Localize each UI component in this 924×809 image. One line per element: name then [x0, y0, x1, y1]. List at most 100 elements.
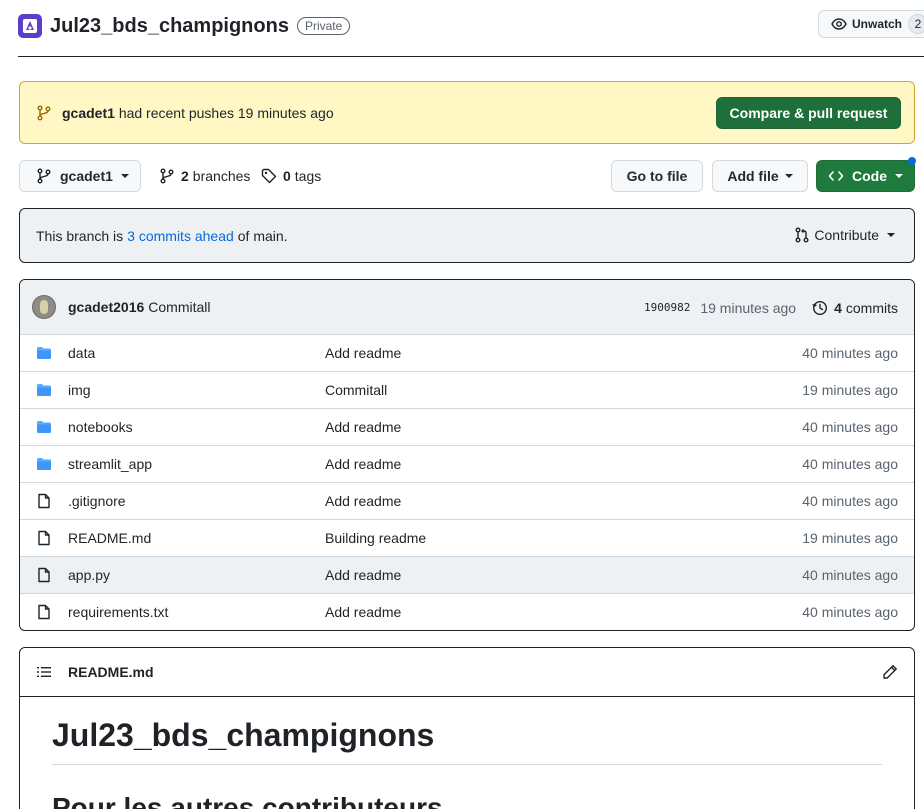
file-commit-time: 19 minutes ago: [802, 530, 898, 546]
repo-name[interactable]: Jul23_bds_champignons: [50, 15, 289, 38]
file-commit-time: 40 minutes ago: [802, 456, 898, 472]
file-commit-message[interactable]: Building readme: [325, 530, 426, 546]
folder-icon: [36, 419, 52, 435]
visibility-badge: Private: [296, 17, 351, 35]
chevron-down-icon: [887, 233, 895, 237]
banner-user[interactable]: gcadet1: [62, 105, 115, 121]
table-row[interactable]: img Commitall 19 minutes ago: [20, 372, 914, 409]
file-commit-message[interactable]: Add readme: [325, 604, 401, 620]
unwatch-button[interactable]: Unwatch 2: [818, 10, 924, 38]
file-commit-time: 40 minutes ago: [802, 567, 898, 583]
table-row[interactable]: .gitignore Add readme 40 minutes ago: [20, 483, 914, 520]
branches-count: 2: [181, 168, 189, 184]
ahead-prefix: This branch is: [36, 227, 124, 244]
table-row[interactable]: app.py Add readme 40 minutes ago: [20, 557, 914, 594]
commit-time: 19 minutes ago: [700, 299, 797, 316]
repo-avatar[interactable]: [18, 14, 42, 38]
commit-message[interactable]: Commitall: [148, 299, 210, 315]
file-commit-time: 40 minutes ago: [802, 493, 898, 509]
branches-label: branches: [192, 168, 251, 184]
file-commit-message[interactable]: Commitall: [325, 382, 387, 398]
latest-commit-bar: gcadet2016 Commitall 1900982 19 minutes …: [20, 280, 914, 335]
tags-label: tags: [294, 168, 322, 184]
commits-count: 4: [834, 299, 842, 316]
file-commit-message[interactable]: Add readme: [325, 345, 401, 361]
tag-icon: [261, 168, 277, 184]
branches-link[interactable]: 2 branches: [159, 160, 250, 192]
notification-dot: [908, 157, 916, 165]
contribute-label: Contribute: [814, 227, 879, 243]
readme-panel: README.md Jul23_bds_champignons Pour les…: [19, 647, 915, 809]
commit-meta: 1900982 19 minutes ago 4 commits: [644, 280, 898, 335]
folder-icon: [36, 456, 52, 472]
code-label: Code: [852, 168, 887, 184]
folder-icon: [36, 345, 52, 361]
contribute-button[interactable]: Contribute: [794, 227, 895, 243]
branch-icon: [160, 168, 174, 184]
banner-message: had recent pushes 19 minutes ago: [118, 104, 334, 121]
repo-logo-icon: [23, 19, 37, 33]
file-name-link[interactable]: streamlit_app: [68, 456, 152, 472]
file-icon: [36, 604, 52, 620]
code-icon: [828, 171, 844, 181]
tags-count: 0: [283, 168, 291, 184]
file-commit-message[interactable]: Add readme: [325, 456, 401, 472]
compare-pull-request-button[interactable]: Compare & pull request: [716, 97, 901, 129]
history-icon: [812, 300, 828, 315]
branch-icon: [37, 168, 51, 184]
branch-status-box: This branch is 3 commits ahead of main. …: [19, 208, 915, 263]
chevron-down-icon: [784, 174, 793, 178]
branch-icon: [37, 105, 51, 120]
file-icon: [36, 530, 52, 546]
file-name-link[interactable]: README.md: [68, 530, 151, 546]
pull-request-icon: [795, 227, 809, 243]
file-commit-time: 40 minutes ago: [802, 345, 898, 361]
file-commit-message[interactable]: Add readme: [325, 419, 401, 435]
banner-text: gcadet1 had recent pushes 19 minutes ago: [62, 105, 334, 121]
readme-section-heading: Pour les autres contributeurs: [52, 792, 443, 809]
add-file-label: Add file: [727, 168, 779, 184]
ahead-suffix: of main.: [237, 227, 288, 244]
eye-icon: [831, 18, 847, 30]
file-name-link[interactable]: notebooks: [68, 419, 133, 435]
code-button[interactable]: Code: [816, 157, 916, 192]
recent-pushes-banner: gcadet1 had recent pushes 19 minutes ago…: [19, 81, 915, 144]
table-row[interactable]: requirements.txt Add readme 40 minutes ago: [20, 594, 914, 630]
branch-select-button[interactable]: gcadet1: [19, 160, 141, 192]
file-name-link[interactable]: app.py: [68, 567, 110, 583]
chevron-down-icon: [120, 174, 129, 178]
file-commit-message[interactable]: Add readme: [325, 493, 401, 509]
file-name-link[interactable]: requirements.txt: [68, 604, 168, 620]
commit-sha[interactable]: 1900982: [644, 301, 690, 314]
table-row[interactable]: streamlit_app Add readme 40 minutes ago: [20, 446, 914, 483]
file-rows: data Add readme 40 minutes ago img Commitall…: [20, 335, 914, 630]
pencil-icon[interactable]: [882, 664, 898, 680]
file-commit-message[interactable]: Add readme: [325, 567, 401, 583]
file-commit-time: 19 minutes ago: [802, 382, 898, 398]
readme-filename[interactable]: README.md: [68, 664, 154, 680]
file-name-link[interactable]: img: [68, 382, 91, 398]
list-icon[interactable]: [36, 664, 52, 680]
tags-link[interactable]: 0 tags: [261, 160, 321, 192]
file-name-link[interactable]: data: [68, 345, 95, 361]
table-row[interactable]: data Add readme 40 minutes ago: [20, 335, 914, 372]
repo-toolbar: gcadet1 2 branches 0 tags Go to file Add…: [19, 157, 916, 192]
commits-history-link[interactable]: 4 commits: [812, 300, 898, 316]
commits-ahead-link[interactable]: 3 commits ahead: [127, 228, 234, 244]
avatar[interactable]: [32, 295, 56, 319]
branch-name: gcadet1: [60, 168, 113, 184]
file-name-link[interactable]: .gitignore: [68, 493, 126, 509]
chevron-down-icon: [895, 174, 903, 178]
go-to-file-button[interactable]: Go to file: [611, 160, 703, 192]
commit-author[interactable]: gcadet2016: [68, 299, 144, 315]
file-list: gcadet2016 Commitall 1900982 19 minutes …: [19, 279, 915, 631]
table-row[interactable]: notebooks Add readme 40 minutes ago: [20, 409, 914, 446]
readme-header: README.md: [20, 648, 914, 697]
readme-content: Jul23_bds_champignons Pour les autres co…: [20, 697, 914, 809]
commits-label: commits: [845, 299, 898, 316]
table-row[interactable]: README.md Building readme 19 minutes ago: [20, 520, 914, 557]
add-file-button[interactable]: Add file: [712, 160, 808, 192]
header-divider: [18, 56, 924, 57]
watchers-counter: 2: [908, 14, 924, 34]
readme-title: Jul23_bds_champignons: [52, 715, 882, 765]
